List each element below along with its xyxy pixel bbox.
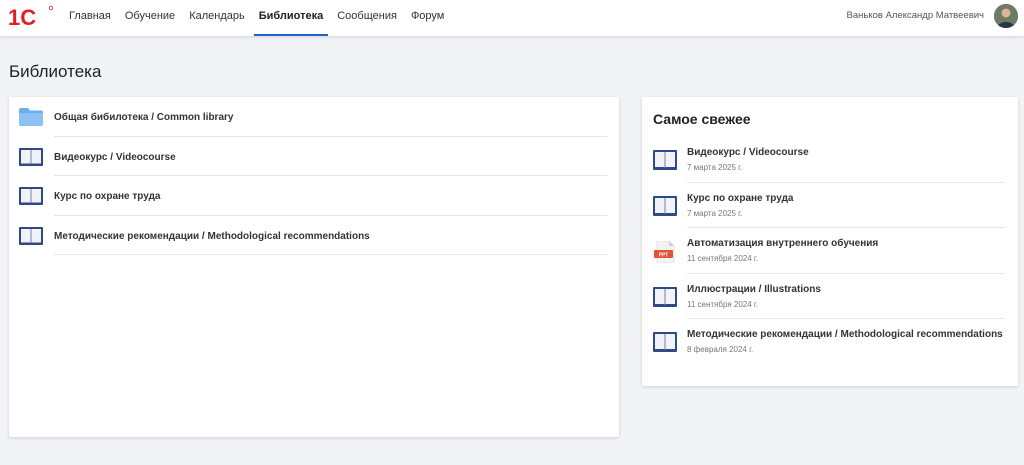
user-name[interactable]: Ваньков Александр Матвеевич <box>847 0 984 32</box>
avatar[interactable] <box>994 4 1018 28</box>
recent-title: Самое свежее <box>653 111 751 127</box>
ppt-file-icon: PPT <box>653 240 677 264</box>
library-item-label: Общая бибилотека / Common library <box>54 112 234 123</box>
nav-item-home[interactable]: Главная <box>62 0 118 37</box>
library-item-label: Видеокурс / Videocourse <box>54 151 176 163</box>
top-navigation-bar: 1С Главная Обучение Календарь Библиотека… <box>0 0 1024 37</box>
nav-item-learning[interactable]: Обучение <box>118 0 182 37</box>
recent-item-methodological[interactable]: Методические рекомендации / Methodologic… <box>653 319 1005 365</box>
recent-item-title: Видеокурс / Videocourse <box>687 147 809 158</box>
recent-list: Видеокурс / Videocourse 7 марта 2025 г. … <box>653 137 1005 365</box>
nav-item-forum[interactable]: Форум <box>404 0 451 37</box>
book-icon <box>653 286 677 307</box>
1c-logo[interactable]: 1С <box>8 5 54 30</box>
page-title: Библиотека <box>9 62 102 81</box>
recent-item-title: Иллюстрации / Illustrations <box>687 283 821 295</box>
recent-item-title: Курс по охране труда <box>687 192 794 204</box>
library-item-common[interactable]: Общая бибилотека / Common library <box>19 97 607 137</box>
nav-item-messages[interactable]: Сообщения <box>330 0 404 37</box>
recent-item-date: 7 марта 2025 г. <box>687 163 743 172</box>
main-nav: Главная Обучение Календарь Библиотека Со… <box>62 0 451 37</box>
recent-card: Самое свежее Видеокурс / Videocourse 7 м… <box>642 97 1018 386</box>
svg-text:PPT: PPT <box>659 253 669 259</box>
library-item-label: Курс по охране труда <box>54 191 161 202</box>
book-icon <box>653 195 677 216</box>
library-item-videocourse[interactable]: Видеокурс / Videocourse <box>19 137 607 176</box>
library-item-safety-course[interactable]: Курс по охране труда <box>19 176 607 216</box>
recent-item-videocourse[interactable]: Видеокурс / Videocourse 7 марта 2025 г. <box>653 137 1005 183</box>
folder-icon <box>19 108 43 126</box>
nav-item-calendar[interactable]: Календарь <box>182 0 252 37</box>
recent-item-date: 11 сентября 2024 г. <box>687 254 759 263</box>
recent-item-illustrations[interactable]: Иллюстрации / Illustrations 11 сентября … <box>653 274 1005 319</box>
library-item-methodological[interactable]: Методические рекомендации / Methodologic… <box>19 216 607 255</box>
library-card: Общая бибилотека / Common library Видеок… <box>9 97 619 437</box>
recent-item-date: 8 февраля 2024 г. <box>687 345 754 354</box>
recent-item-title: Методические рекомендации / Methodologic… <box>687 329 1003 340</box>
library-item-label: Методические рекомендации / Methodologic… <box>54 230 370 242</box>
recent-item-date: 7 марта 2025 г. <box>687 208 743 218</box>
book-icon <box>19 226 43 245</box>
book-icon <box>19 147 43 166</box>
recent-item-automation[interactable]: PPT Автоматизация внутреннего обучения 1… <box>654 228 1005 274</box>
logo-text: 1С <box>8 5 36 29</box>
nav-item-library[interactable]: Библиотека <box>252 0 331 37</box>
book-icon <box>653 332 677 352</box>
recent-item-date: 11 сентября 2024 г. <box>687 299 759 309</box>
book-icon <box>19 187 43 205</box>
recent-item-title: Автоматизация внутреннего обучения <box>687 238 879 249</box>
recent-item-safety-course[interactable]: Курс по охране труда 7 марта 2025 г. <box>653 183 1005 228</box>
library-list: Общая бибилотека / Common library Видеок… <box>19 97 607 255</box>
book-icon <box>653 150 677 170</box>
